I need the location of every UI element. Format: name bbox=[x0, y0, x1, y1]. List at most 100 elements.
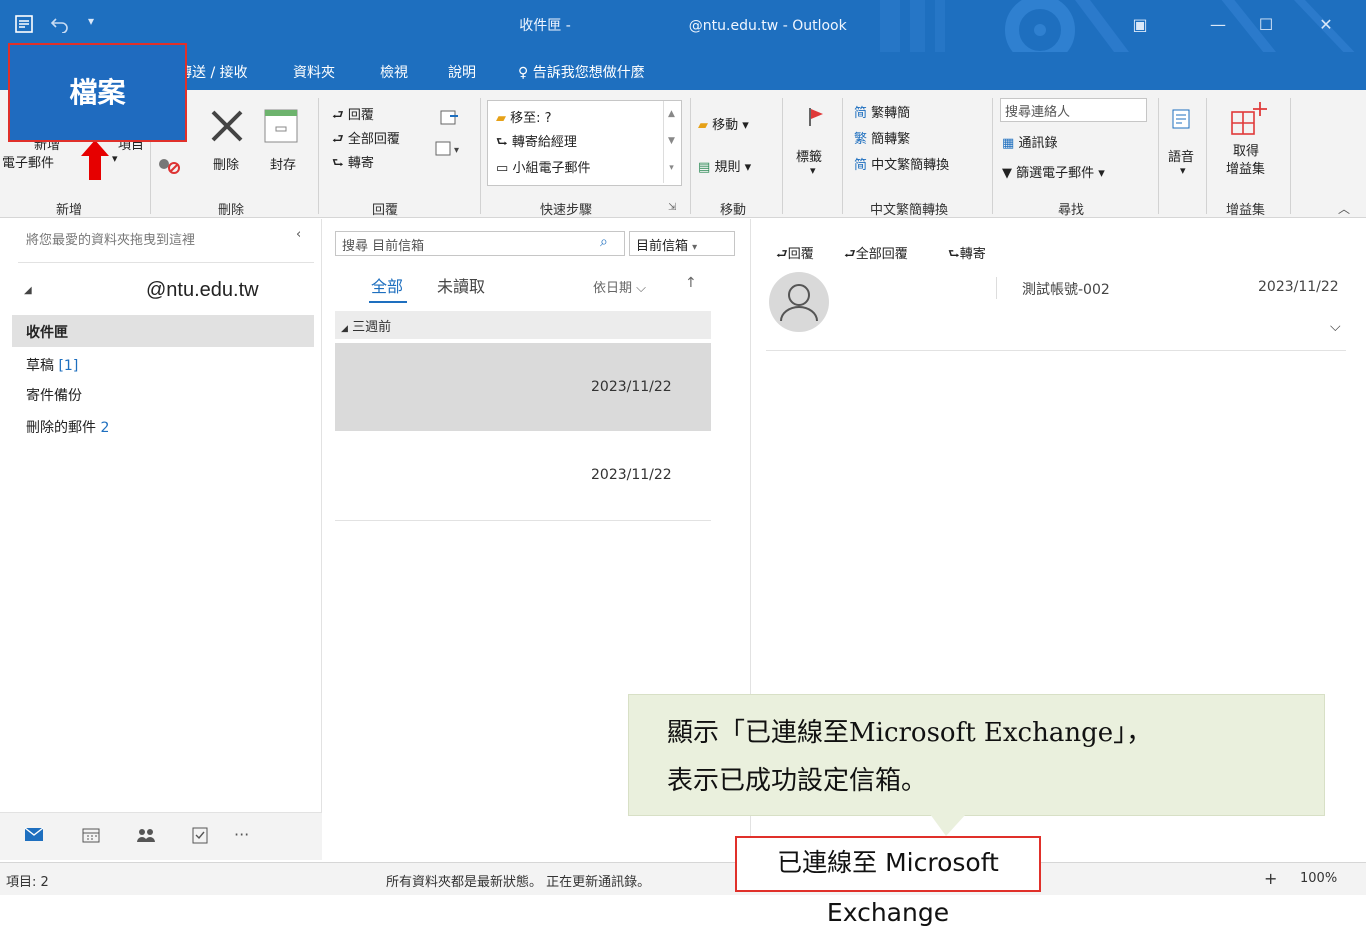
get-addins-button[interactable]: 取得 bbox=[1233, 140, 1259, 159]
reply-all-icon: ⮐ bbox=[332, 132, 344, 147]
group-find-label: 尋找 bbox=[1058, 203, 1085, 218]
tab-all[interactable]: 全部 bbox=[371, 273, 403, 297]
group-new-label: 新增 bbox=[56, 203, 83, 218]
collapse-folder-pane-icon[interactable]: ‹ bbox=[296, 227, 301, 242]
tab-unread[interactable]: 未讀取 bbox=[437, 273, 485, 297]
avatar bbox=[768, 271, 830, 333]
tab-help[interactable]: 說明 bbox=[448, 62, 476, 82]
forward-icon: ⮑ bbox=[332, 156, 344, 171]
archive-icon[interactable] bbox=[263, 108, 299, 144]
tab-file[interactable]: 檔案 bbox=[8, 43, 187, 142]
collapse-ribbon-icon[interactable]: ︿ bbox=[1338, 200, 1350, 217]
group-delete-label: 刪除 bbox=[218, 203, 245, 218]
delete-button[interactable]: 刪除 bbox=[213, 154, 239, 173]
minimize-button[interactable]: — bbox=[1204, 12, 1232, 38]
forward-icon: ⮑ bbox=[496, 135, 508, 150]
address-book-icon: ▦ bbox=[1002, 136, 1015, 151]
reply-button[interactable]: ⮐ 回覆 bbox=[332, 104, 374, 128]
callout-line-1: 顯示「已連線至Microsoft Exchange」， bbox=[667, 718, 1153, 748]
title-bar: ▾ 收件匣 - @ntu.edu.tw - Outlook ▣ — ☐ ✕ bbox=[0, 0, 1366, 52]
account-name[interactable]: @ntu.edu.tw bbox=[146, 279, 259, 302]
reply-icon: ⮐ bbox=[776, 247, 788, 262]
address-book-button[interactable]: ▦ 通訊錄 bbox=[1002, 132, 1057, 151]
forward-icon: ⮑ bbox=[948, 247, 960, 262]
folder-deleted[interactable]: 刪除的郵件 2 bbox=[26, 417, 109, 437]
tab-folder[interactable]: 資料夾 bbox=[293, 62, 335, 82]
favorites-drop-hint: 將您最愛的資料夾拖曳到這裡 bbox=[26, 233, 196, 248]
folder-inbox[interactable]: 收件匣 bbox=[26, 322, 68, 342]
message-date: 2023/11/22 bbox=[1258, 279, 1339, 295]
tell-me-box[interactable]: ♀ 告訴我您想做什麼 bbox=[518, 62, 645, 82]
folder-drafts[interactable]: 草稿 [1] bbox=[26, 355, 78, 375]
get-addins-icon[interactable] bbox=[1228, 100, 1268, 138]
flag-icon[interactable] bbox=[806, 106, 826, 128]
people-icon[interactable] bbox=[136, 827, 156, 843]
reply-all-button[interactable]: ⮐ 全部回覆 bbox=[332, 128, 400, 152]
sort-direction-icon[interactable]: ↑ bbox=[685, 275, 697, 291]
message-item[interactable]: 2023/11/22 bbox=[335, 431, 711, 521]
tab-view[interactable]: 檢視 bbox=[380, 62, 408, 82]
zoom-in-button[interactable]: + bbox=[1264, 869, 1277, 888]
folder-pane: 將您最愛的資料夾拖曳到這裡 ‹ ◢ @ntu.edu.tw 收件匣 草稿 [1]… bbox=[0, 219, 322, 859]
status-message: 所有資料夾都是最新狀態。 正在更新通訊錄。 bbox=[386, 875, 651, 890]
search-icon[interactable]: ⌕ bbox=[600, 234, 608, 250]
quick-step-move-to[interactable]: ▰ 移至: ? bbox=[496, 107, 552, 126]
speech-dropdown-icon[interactable]: ▾ bbox=[1180, 164, 1186, 177]
ribbon-tab-bar: 傳送 / 接收 資料夾 檢視 說明 ♀ 告訴我您想做什麼 bbox=[0, 52, 1366, 90]
sort-by-date[interactable]: 依日期 ⌵ bbox=[593, 277, 646, 296]
tab-all-underline bbox=[369, 301, 407, 303]
filter-icon: ▼ bbox=[1002, 166, 1012, 181]
filter-email-button[interactable]: ▼ 篩選電子郵件 ▾ bbox=[1002, 162, 1105, 181]
expand-account-icon[interactable]: ◢ bbox=[24, 285, 32, 296]
forward-button[interactable]: ⮑ 轉寄 bbox=[332, 152, 374, 176]
rules-button[interactable]: ▤ 規則 ▾ bbox=[698, 156, 751, 175]
sender-name: 測試帳號-002 bbox=[1022, 282, 1110, 298]
mailbox-search-input[interactable]: 搜尋 目前信箱 ⌕ bbox=[335, 231, 625, 256]
tags-button[interactable]: 標籤 bbox=[796, 146, 822, 165]
message-item-selected[interactable]: 2023/11/22 bbox=[335, 343, 711, 431]
reading-reply-all-button[interactable]: ⮐全部回覆 bbox=[844, 243, 908, 267]
ribbon: 新增 電子郵件 項目 ▾ 新增 刪除 封存 刪除 ⮐ 回覆 ⮐ 全部回覆 ⮑ 轉… bbox=[0, 90, 1366, 218]
trad-simp-icon: 简 bbox=[854, 106, 868, 121]
archive-button[interactable]: 封存 bbox=[270, 154, 296, 173]
speech-icon[interactable] bbox=[1172, 108, 1192, 130]
move-button[interactable]: ▰ 移動 ▾ bbox=[698, 114, 749, 133]
quick-step-to-manager[interactable]: ⮑ 轉寄給經理 bbox=[496, 131, 577, 155]
callout-pointer bbox=[930, 814, 966, 836]
callout-line-2: 表示已成功設定信箱。 bbox=[667, 766, 928, 796]
mail-icon[interactable] bbox=[24, 827, 44, 843]
calendar-icon[interactable] bbox=[82, 827, 100, 843]
group-quick-steps-label: 快速步驟 bbox=[540, 203, 593, 218]
dialog-launcher-icon[interactable]: ⇲ bbox=[668, 202, 676, 213]
more-apps-icon[interactable]: ··· bbox=[234, 825, 249, 844]
speech-button[interactable]: 語音 bbox=[1168, 146, 1194, 165]
search-scope-dropdown[interactable]: 目前信箱 ▾ bbox=[629, 231, 735, 256]
delete-icon[interactable] bbox=[207, 106, 247, 146]
folder-sent[interactable]: 寄件備份 bbox=[26, 385, 82, 405]
trad-to-simp-button[interactable]: 简 繁轉簡 bbox=[854, 102, 910, 121]
close-button[interactable]: ✕ bbox=[1312, 12, 1340, 38]
maximize-button[interactable]: ☐ bbox=[1252, 12, 1280, 38]
chinese-conversion-button[interactable]: 简 中文繁簡轉換 bbox=[854, 154, 949, 173]
tags-dropdown-icon[interactable]: ▾ bbox=[810, 164, 816, 177]
expand-header-icon[interactable]: ⌵ bbox=[1330, 319, 1341, 335]
junk-icon[interactable] bbox=[156, 156, 182, 176]
zoom-level[interactable]: 100% bbox=[1300, 871, 1337, 886]
quick-steps-scroll[interactable]: ▲ ▼ ▾ bbox=[663, 101, 679, 183]
simp-to-trad-button[interactable]: 繁 簡轉繁 bbox=[854, 128, 910, 147]
search-people-input[interactable]: 搜尋連絡人 bbox=[1000, 98, 1147, 122]
ribbon-display-options-icon[interactable]: ▣ bbox=[1126, 12, 1154, 38]
group-header[interactable]: ◢ 三週前 bbox=[335, 311, 711, 339]
tasks-icon[interactable] bbox=[192, 825, 208, 844]
meeting-icon[interactable] bbox=[440, 108, 460, 126]
reading-forward-button[interactable]: ⮑轉寄 bbox=[948, 243, 986, 267]
more-respond-icon[interactable]: ▾ bbox=[434, 140, 464, 158]
tab-send-receive[interactable]: 傳送 / 接收 bbox=[178, 62, 248, 82]
reading-reply-button[interactable]: ⮐回覆 bbox=[776, 243, 814, 267]
group-addins-label: 增益集 bbox=[1226, 203, 1266, 218]
status-bar: 項目: 2 所有資料夾都是最新狀態。 正在更新通訊錄。 + 100% bbox=[0, 862, 1366, 895]
quick-step-team-email[interactable]: ▭ 小組電子郵件 bbox=[496, 157, 590, 176]
item-count: 項目: 2 bbox=[6, 875, 49, 890]
reply-icon: ⮐ bbox=[332, 108, 344, 123]
new-items-dropdown-icon[interactable]: ▾ bbox=[112, 152, 118, 165]
